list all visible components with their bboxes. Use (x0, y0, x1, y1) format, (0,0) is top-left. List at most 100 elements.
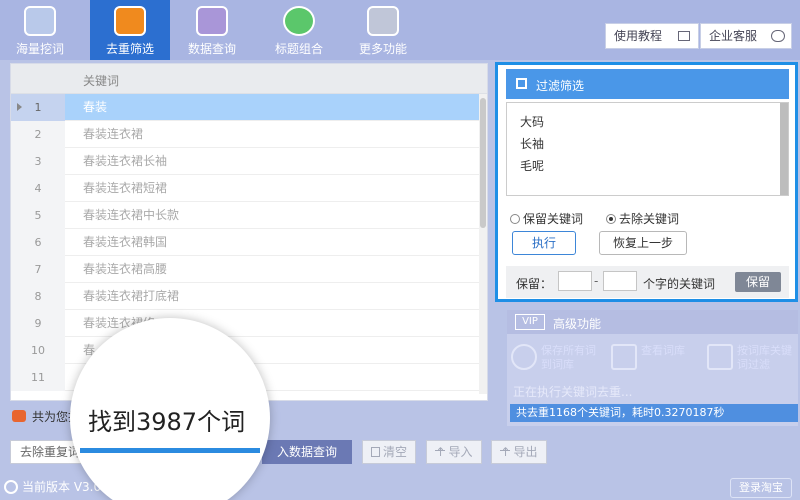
customer-service-button[interactable]: 企业客服 (700, 23, 792, 49)
row-pointer-icon (17, 103, 22, 111)
nav-label: 数据查询 (187, 42, 236, 56)
keep-option-label: 保留关键词 (523, 212, 584, 226)
dedupe-label: 去除重复词 (19, 445, 80, 459)
dedupe-status-text: 正在执行关键词去重... (513, 385, 633, 399)
table-row[interactable]: 9 春装连衣裙修 (11, 310, 479, 337)
keep-keywords-radio[interactable]: 保留关键词 (510, 210, 583, 227)
top-navigation: 海量挖词 去重筛选 数据查询 标题组合 更多功能 使用教程 企业客服 (0, 0, 800, 60)
login-label: 登录淘宝 (739, 481, 783, 494)
advanced-header: VIP 高级功能 (507, 310, 798, 334)
keep-button-label: 保留 (745, 275, 770, 289)
upload-icon: ↑ (435, 441, 446, 459)
nav-label: 海量挖词 (15, 42, 64, 56)
row-keyword: 春装连衣裙高腰 (83, 262, 168, 276)
save-to-library-label: 保存所有词到词库 (541, 344, 596, 371)
undo-button[interactable]: 恢复上一步 (599, 231, 687, 255)
filter-word: 长袖 (520, 137, 545, 151)
save-icon (511, 344, 537, 370)
gear-icon (367, 6, 399, 36)
textarea-scrollbar[interactable] (780, 103, 788, 195)
tutorial-button[interactable]: 使用教程 (605, 23, 699, 49)
row-index: 4 (11, 175, 65, 202)
found-count-text: 找到3987个词 (88, 408, 246, 436)
magnifier-progress-bar (80, 448, 260, 453)
clear-label: 清空 (382, 445, 407, 459)
view-library-label: 查看词库 (641, 344, 685, 357)
filter-word: 毛呢 (520, 159, 545, 173)
row-keyword: 春装连衣裙长袖 (83, 154, 168, 168)
filter-header: 过滤筛选 (506, 69, 789, 99)
vip-badge: VIP (515, 314, 545, 330)
execute-button[interactable]: 执行 (512, 231, 576, 255)
row-keyword: 春装连衣裙短裙 (83, 181, 168, 195)
nav-title-combo[interactable]: 标题组合 (259, 0, 339, 60)
filter-by-library-button[interactable]: 按词库关键词过滤 (707, 342, 797, 378)
video-icon (678, 31, 690, 41)
row-index: 3 (11, 148, 65, 175)
envelope-icon (707, 344, 733, 370)
box-icon (114, 6, 146, 36)
cloud-icon (771, 30, 785, 42)
table-scrollbar[interactable] (479, 94, 487, 394)
table-row[interactable]: 5 春装连衣裙中长款 (11, 202, 479, 229)
row-index: 8 (11, 283, 65, 310)
view-library-button[interactable]: 查看词库 (611, 342, 701, 378)
row-index: 7 (11, 256, 65, 283)
nav-dedupe-filter[interactable]: 去重筛选 (90, 0, 170, 60)
max-length-input[interactable] (603, 271, 637, 291)
keep-button[interactable]: 保留 (735, 272, 781, 292)
import-button[interactable]: ↑ 导入 (426, 440, 482, 464)
row-index: 2 (11, 121, 65, 148)
row-keyword: 春装连衣裙打底裙 (83, 289, 180, 303)
service-label: 企业客服 (709, 29, 758, 43)
table-row[interactable]: 1 春装 (11, 94, 479, 121)
clear-button[interactable]: 清空 (362, 440, 416, 464)
export-button[interactable]: ↑ 导出 (491, 440, 547, 464)
table-row[interactable]: 4 春装连衣裙短裙 (11, 175, 479, 202)
save-to-library-button[interactable]: 保存所有词到词库 (511, 342, 601, 378)
row-index: 5 (11, 202, 65, 229)
trash-icon (370, 447, 380, 457)
row-index: 10 (11, 337, 65, 364)
export-label: 导出 (513, 445, 538, 459)
radio-on-icon (606, 214, 616, 224)
row-keyword: 春装连衣裙 (83, 127, 144, 141)
login-taobao-button[interactable]: 登录淘宝 (730, 478, 792, 498)
nav-label: 更多功能 (358, 42, 407, 56)
nav-more-features[interactable]: 更多功能 (343, 0, 423, 60)
execute-label: 执行 (531, 236, 556, 250)
range-dash: - (594, 274, 599, 288)
document-icon (611, 344, 637, 370)
radio-off-icon (510, 214, 520, 224)
scrollbar-thumb[interactable] (480, 98, 486, 228)
row-keyword: 春装 (83, 100, 108, 114)
filter-panel: 过滤筛选 大码 长袖 毛呢 保留关键词 去除关键词 执行 恢复上一步 保留： -… (495, 62, 798, 302)
keep-length-row: 保留： - 个字的关键词 保留 (506, 266, 789, 298)
query-label: 入数据查询 (276, 445, 337, 459)
keep-length-label: 保留： (516, 277, 553, 291)
download-icon: ↑ (500, 441, 511, 459)
dedupe-result-bar: 共去重1168个关键词，耗时0.3270187秒 (510, 404, 798, 422)
import-label: 导入 (448, 445, 473, 459)
table-row[interactable]: 6 春装连衣裙韩国 (11, 229, 479, 256)
min-length-input[interactable] (558, 271, 592, 291)
nav-label: 去重筛选 (105, 42, 154, 56)
row-keyword: 春装连衣裙中长款 (83, 208, 180, 222)
nav-keyword-mining[interactable]: 海量挖词 (0, 0, 80, 60)
row-index: 6 (11, 229, 65, 256)
table-header: 关键词 (11, 64, 487, 94)
table-row[interactable]: 3 春装连衣裙长袖 (11, 148, 479, 175)
table-row[interactable]: 7 春装连衣裙高腰 (11, 256, 479, 283)
remove-keywords-radio[interactable]: 去除关键词 (606, 210, 679, 227)
version-info: 当前版本 V3.0. (4, 478, 105, 495)
table-row[interactable]: 2 春装连衣裙 (11, 121, 479, 148)
remove-option-label: 去除关键词 (619, 212, 680, 226)
filter-words-textarea[interactable]: 大码 长袖 毛呢 (506, 102, 789, 196)
message-icon (12, 410, 26, 422)
advanced-title: 高级功能 (553, 317, 602, 331)
table-row[interactable]: 8 春装连衣裙打底裙 (11, 283, 479, 310)
column-header-keyword: 关键词 (83, 74, 120, 88)
nav-data-query[interactable]: 数据查询 (172, 0, 252, 60)
bar-chart-icon (196, 6, 228, 36)
import-to-query-button[interactable]: 入数据查询 (262, 440, 352, 464)
